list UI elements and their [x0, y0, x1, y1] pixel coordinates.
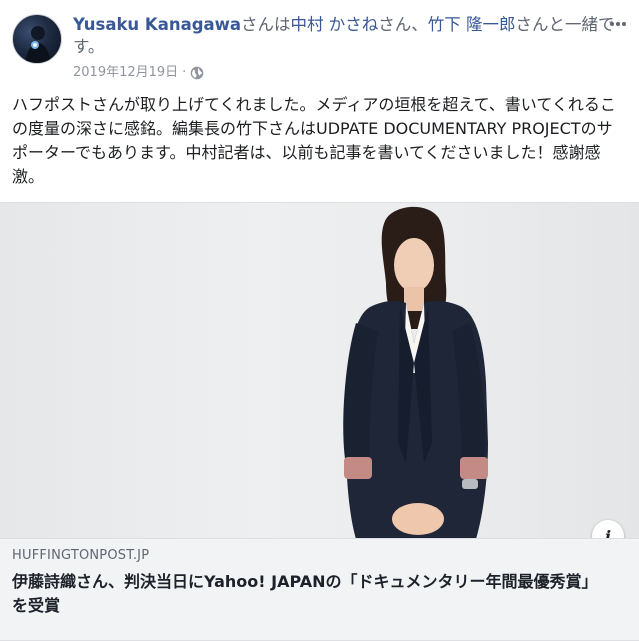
author-name-link[interactable]: Yusaku Kanagawa: [73, 15, 241, 34]
tagged-user-link[interactable]: 竹下 隆一郎: [428, 15, 516, 34]
avatar[interactable]: [12, 14, 62, 64]
post-options-button[interactable]: [606, 12, 630, 36]
link-preview-image[interactable]: [0, 202, 639, 539]
post-timestamp[interactable]: 2019年12月19日: [73, 64, 178, 82]
avatar-image: [25, 26, 51, 63]
facebook-post: Yusaku Kanagawaさんは中村 かさねさん、竹下 隆一郎さんと一緒です…: [0, 0, 639, 641]
globe-icon[interactable]: [190, 66, 204, 80]
tagged-user-link[interactable]: 中村 かさね: [291, 15, 379, 34]
link-title[interactable]: 伊藤詩織さん、判決当日にYahoo! JAPANの「ドキュメンタリー年間最優秀賞…: [12, 570, 612, 618]
link-preview-card[interactable]: HUFFINGTONPOST.JP 伊藤詩織さん、判決当日にYahoo! JAP…: [0, 538, 639, 641]
post-text: ハフポストさんが取り上げてくれました。メディアの垣根を超えて、書いてくれるこの度…: [12, 95, 616, 186]
link-domain: HUFFINGTONPOST.JP: [12, 548, 150, 563]
byline-text: さん、: [378, 15, 428, 34]
byline-text: さんは: [241, 15, 291, 34]
woman-portrait-illustration: [343, 206, 488, 539]
post-meta: 2019年12月19日 ·: [73, 64, 204, 82]
post-header: Yusaku Kanagawaさんは中村 かさねさん、竹下 隆一郎さんと一緒です…: [12, 12, 632, 87]
ellipsis-icon: [610, 22, 626, 26]
meta-separator: ·: [182, 65, 187, 80]
post-byline: Yusaku Kanagawaさんは中村 かさねさん、竹下 隆一郎さんと一緒です…: [73, 14, 621, 58]
